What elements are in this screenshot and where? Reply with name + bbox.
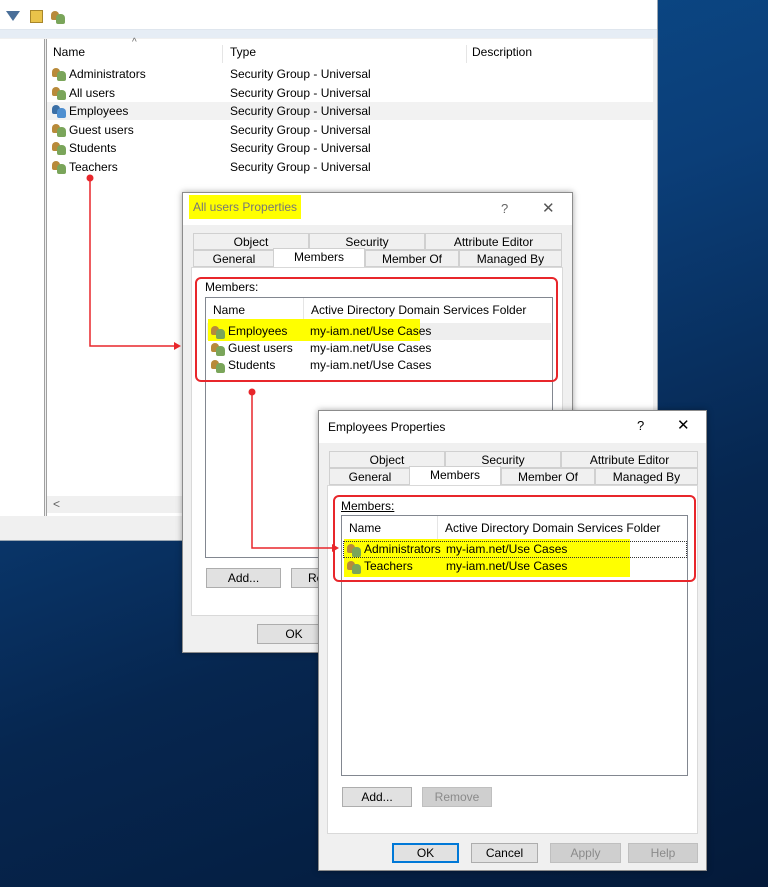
annotation-arrows <box>86 174 339 552</box>
tab-members[interactable]: Members <box>409 466 501 485</box>
arrow-1 <box>89 178 176 347</box>
tab-members[interactable]: Members <box>273 248 365 267</box>
arrow-2 <box>251 392 334 549</box>
